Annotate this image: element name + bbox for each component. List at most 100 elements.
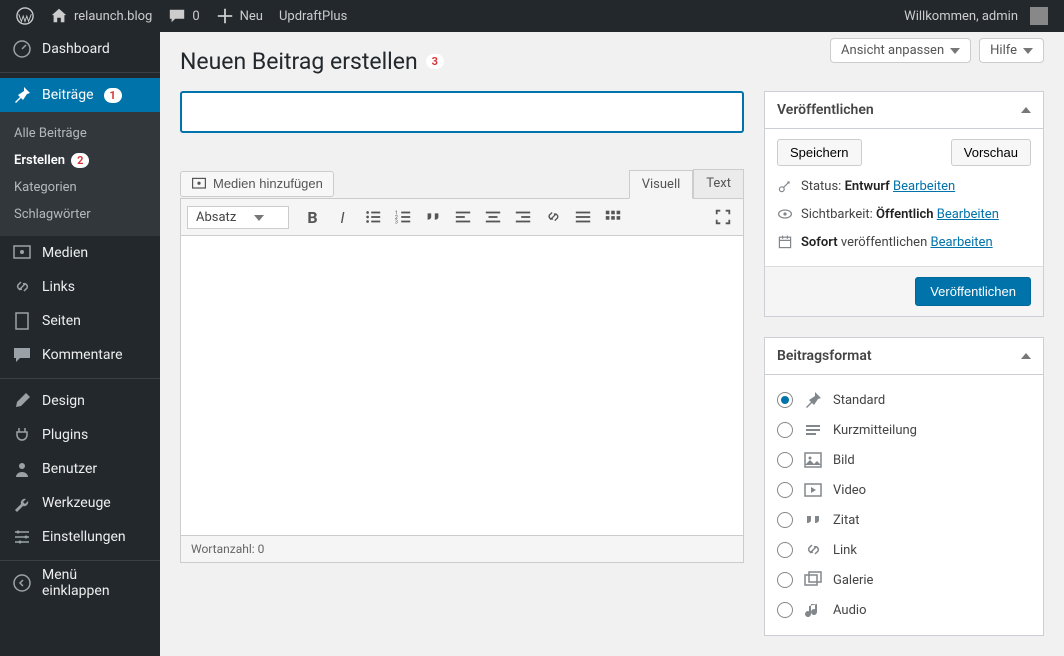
format-label: Galerie bbox=[833, 573, 873, 588]
sidebar-item-settings[interactable]: Einstellungen bbox=[0, 520, 160, 554]
format-label: Zitat bbox=[833, 513, 860, 528]
format-option-video[interactable]: Video bbox=[777, 475, 1031, 505]
format-option-zitat[interactable]: Zitat bbox=[777, 505, 1031, 535]
radio-icon bbox=[777, 392, 793, 408]
wordpress-icon bbox=[16, 7, 34, 25]
format-box-header[interactable]: Beitragsformat bbox=[765, 338, 1043, 375]
format-label: Audio bbox=[833, 603, 866, 618]
publish-box-header[interactable]: Veröffentlichen bbox=[765, 92, 1043, 129]
site-link[interactable]: relaunch.blog bbox=[42, 7, 160, 25]
more-button[interactable] bbox=[569, 203, 597, 231]
publish-box: Veröffentlichen Speichern Vorschau Statu… bbox=[764, 91, 1044, 317]
insert-link-button[interactable] bbox=[539, 203, 567, 231]
sidebar-item-users[interactable]: Benutzer bbox=[0, 452, 160, 486]
align-left-button[interactable] bbox=[449, 203, 477, 231]
pin-icon bbox=[12, 85, 32, 105]
format-label: Link bbox=[833, 543, 857, 558]
format-video-icon bbox=[803, 480, 823, 500]
account-link[interactable]: Willkommen, admin bbox=[896, 7, 1056, 25]
format-option-link[interactable]: Link bbox=[777, 535, 1031, 565]
radio-icon bbox=[777, 602, 793, 618]
radio-icon bbox=[777, 572, 793, 588]
submenu-create[interactable]: Erstellen2 bbox=[0, 147, 160, 174]
format-option-bild[interactable]: Bild bbox=[777, 445, 1031, 475]
submenu-categories[interactable]: Kategorien bbox=[0, 174, 160, 201]
radio-icon bbox=[777, 482, 793, 498]
editor-footer: Wortanzahl: 0 bbox=[180, 536, 744, 563]
key-icon bbox=[777, 178, 793, 194]
sidebar-item-media[interactable]: Medien bbox=[0, 236, 160, 270]
preview-button[interactable]: Vorschau bbox=[951, 139, 1031, 166]
chevron-down-icon bbox=[950, 48, 960, 54]
calendar-icon bbox=[777, 234, 793, 250]
format-select[interactable]: Absatz bbox=[187, 206, 289, 229]
new-link[interactable]: Neu bbox=[208, 7, 271, 25]
chevron-up-icon bbox=[1021, 353, 1031, 359]
edit-status-link[interactable]: Bearbeiten bbox=[893, 179, 955, 194]
brush-icon bbox=[12, 391, 32, 411]
sidebar-item-dashboard[interactable]: Dashboard bbox=[0, 32, 160, 66]
chevron-down-icon bbox=[254, 215, 264, 221]
plug-icon bbox=[12, 425, 32, 445]
submenu-tags[interactable]: Schlagwörter bbox=[0, 201, 160, 228]
badge-2: 2 bbox=[71, 153, 89, 168]
screen-options-button[interactable]: Ansicht anpassen bbox=[830, 38, 971, 63]
edit-schedule-link[interactable]: Bearbeiten bbox=[930, 235, 992, 250]
edit-visibility-link[interactable]: Bearbeiten bbox=[937, 207, 999, 222]
sidebar-item-posts[interactable]: Beiträge1 bbox=[0, 78, 160, 112]
add-media-button[interactable]: Medien hinzufügen bbox=[180, 171, 334, 197]
editor-canvas[interactable] bbox=[180, 236, 744, 536]
tab-visual[interactable]: Visuell bbox=[629, 170, 694, 199]
publish-button[interactable]: Veröffentlichen bbox=[915, 277, 1031, 306]
format-galerie-icon bbox=[803, 570, 823, 590]
page-icon bbox=[12, 311, 32, 331]
align-right-button[interactable] bbox=[509, 203, 537, 231]
format-standard-icon bbox=[803, 390, 823, 410]
sidebar-collapse[interactable]: Menü einklappen bbox=[0, 566, 160, 600]
fullscreen-button[interactable] bbox=[709, 203, 737, 231]
radio-icon bbox=[777, 452, 793, 468]
updraftplus-link[interactable]: UpdraftPlus bbox=[271, 9, 355, 24]
sidebar-item-design[interactable]: Design bbox=[0, 384, 160, 418]
badge-3: 3 bbox=[426, 54, 444, 69]
comments-link[interactable]: 0 bbox=[160, 7, 207, 25]
link-icon bbox=[12, 277, 32, 297]
ol-button[interactable]: 123 bbox=[389, 203, 417, 231]
format-label: Bild bbox=[833, 453, 855, 468]
format-option-kurzmitteilung[interactable]: Kurzmitteilung bbox=[777, 415, 1031, 445]
format-option-galerie[interactable]: Galerie bbox=[777, 565, 1031, 595]
sidebar-item-tools[interactable]: Werkzeuge bbox=[0, 486, 160, 520]
format-option-audio[interactable]: Audio bbox=[777, 595, 1031, 625]
chevron-down-icon bbox=[1023, 48, 1033, 54]
bold-button[interactable]: B bbox=[299, 203, 327, 231]
sidebar-item-links[interactable]: Links bbox=[0, 270, 160, 304]
admin-sidebar: Dashboard Beiträge1 Alle Beiträge Erstel… bbox=[0, 32, 160, 656]
wp-logo[interactable] bbox=[8, 7, 42, 25]
tab-text[interactable]: Text bbox=[693, 169, 744, 198]
toolbar-toggle-button[interactable] bbox=[599, 203, 627, 231]
home-icon bbox=[50, 7, 68, 25]
comments-icon bbox=[12, 345, 32, 365]
posts-submenu: Alle Beiträge Erstellen2 Kategorien Schl… bbox=[0, 112, 160, 236]
ul-button[interactable] bbox=[359, 203, 387, 231]
sidebar-item-plugins[interactable]: Plugins bbox=[0, 418, 160, 452]
radio-icon bbox=[777, 512, 793, 528]
align-center-button[interactable] bbox=[479, 203, 507, 231]
avatar-icon bbox=[1030, 7, 1048, 25]
radio-icon bbox=[777, 422, 793, 438]
save-draft-button[interactable]: Speichern bbox=[777, 139, 862, 166]
sliders-icon bbox=[12, 527, 32, 547]
sidebar-item-comments[interactable]: Kommentare bbox=[0, 338, 160, 372]
comment-icon bbox=[168, 7, 186, 25]
sidebar-item-pages[interactable]: Seiten bbox=[0, 304, 160, 338]
submenu-all-posts[interactable]: Alle Beiträge bbox=[0, 120, 160, 147]
help-button[interactable]: Hilfe bbox=[979, 38, 1044, 63]
format-audio-icon bbox=[803, 600, 823, 620]
media-icon bbox=[12, 243, 32, 263]
post-title-input[interactable] bbox=[180, 91, 744, 133]
quote-button[interactable] bbox=[419, 203, 447, 231]
format-option-standard[interactable]: Standard bbox=[777, 385, 1031, 415]
chevron-up-icon bbox=[1021, 107, 1031, 113]
italic-button[interactable]: I bbox=[329, 203, 357, 231]
format-box: Beitragsformat StandardKurzmitteilung Bil… bbox=[764, 337, 1044, 636]
